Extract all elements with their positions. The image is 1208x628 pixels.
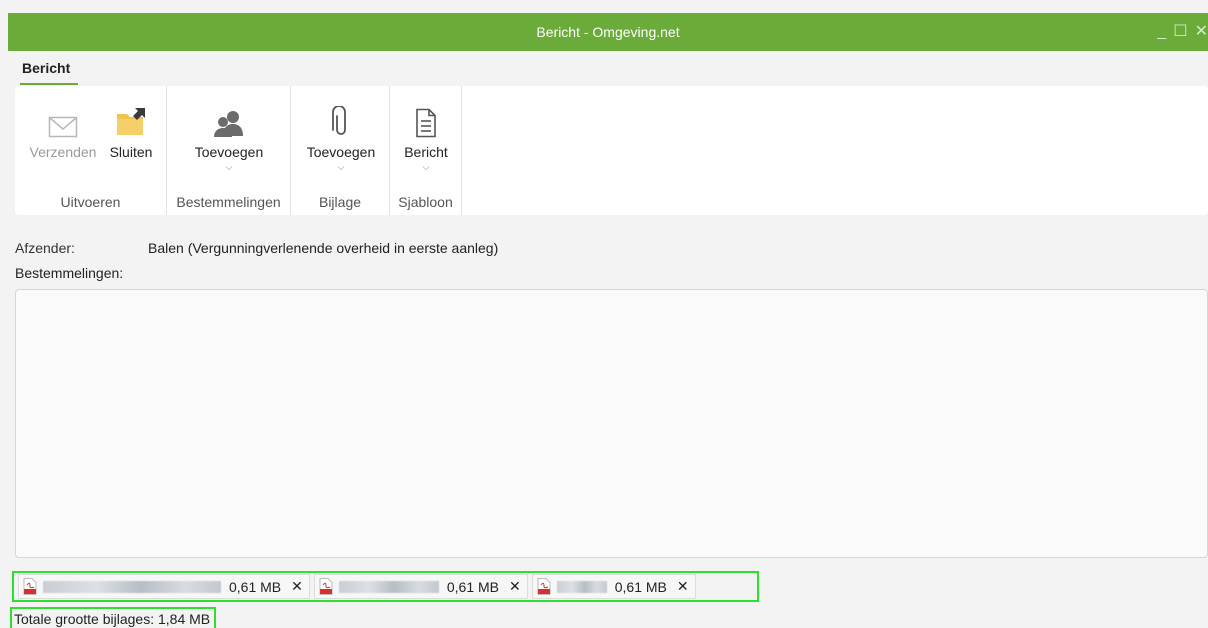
sender-row: Afzender:	[15, 240, 75, 256]
close-message-button[interactable]: Sluiten	[103, 94, 159, 160]
paperclip-icon	[332, 106, 346, 135]
tab-bericht[interactable]: Bericht	[22, 60, 70, 76]
title-bar: Bericht - Omgeving.net _ ☐ ✕	[8, 13, 1208, 51]
chevron-down-icon: ⌵	[422, 162, 430, 172]
add-attachment-label: Toevoegen	[306, 144, 376, 160]
add-attachment-button[interactable]: Toevoegen ⌵	[299, 94, 383, 173]
attachment-name-redacted	[43, 580, 221, 593]
active-tab-indicator	[20, 83, 78, 85]
close-button[interactable]: ✕	[1195, 13, 1208, 51]
pdf-icon	[319, 578, 333, 595]
group-label-sjabloon: Sjabloon	[398, 194, 453, 210]
envelope-icon	[48, 116, 78, 138]
window-title: Bericht - Omgeving.net	[536, 24, 680, 40]
ribbon-group-sjabloon: Bericht ⌵ Sjabloon	[390, 86, 462, 215]
total-attachment-size: Totale grootte bijlages: 1,84 MB	[10, 607, 217, 628]
chevron-down-icon: ⌵	[337, 162, 345, 172]
message-window: Bericht - Omgeving.net _ ☐ ✕ Bericht Ver…	[0, 0, 1208, 628]
group-label-uitvoeren: Uitvoeren	[60, 194, 121, 210]
attachment-size: 0,61 MB	[614, 578, 667, 595]
ribbon: Verzenden Sluiten Uitvoeren Toevoegen ⌵ …	[15, 86, 1208, 215]
add-recipients-label: Toevoegen	[194, 144, 264, 160]
ribbon-group-bijlage: Toevoegen ⌵ Bijlage	[291, 86, 390, 215]
template-label: Bericht	[404, 144, 448, 160]
add-recipients-button[interactable]: Toevoegen ⌵	[185, 94, 273, 173]
window-controls: _ ☐ ✕	[1157, 13, 1208, 51]
attachment-size: 0,61 MB	[446, 578, 500, 595]
attachment-chip[interactable]: 0,61 MB ✕	[531, 574, 696, 599]
remove-attachment-button[interactable]: ✕	[509, 578, 521, 595]
folder-close-icon	[117, 108, 145, 135]
maximize-button[interactable]: ☐	[1173, 13, 1187, 51]
group-label-bestemmelingen: Bestemmelingen	[176, 194, 281, 210]
menu-bar: Bericht	[8, 51, 1208, 85]
group-label-bijlage: Bijlage	[318, 194, 362, 210]
ribbon-group-bestemmelingen: Toevoegen ⌵ Bestemmelingen	[167, 86, 291, 215]
attachment-name-redacted	[556, 580, 607, 593]
people-icon	[214, 111, 243, 137]
pdf-icon	[537, 578, 551, 595]
pdf-icon	[23, 578, 37, 595]
message-body-input[interactable]	[15, 289, 1208, 558]
sender-value: Balen (Vergunningverlenende overheid in …	[148, 240, 499, 256]
remove-attachment-button[interactable]: ✕	[677, 578, 689, 595]
send-button[interactable]: Verzenden	[25, 94, 101, 160]
attachment-chip[interactable]: 0,61 MB ✕	[18, 574, 310, 599]
template-button[interactable]: Bericht ⌵	[396, 94, 456, 173]
chevron-down-icon: ⌵	[225, 162, 233, 172]
attachment-size: 0,61 MB	[229, 578, 282, 595]
sender-label: Afzender:	[15, 240, 75, 256]
attachment-name-redacted	[338, 580, 439, 593]
attachment-chip[interactable]: 0,61 MB ✕	[313, 574, 528, 599]
minimize-button[interactable]: _	[1157, 13, 1166, 51]
ribbon-group-uitvoeren: Verzenden Sluiten Uitvoeren	[15, 86, 167, 215]
recipients-label: Bestemmelingen:	[15, 265, 124, 281]
close-label: Sluiten	[109, 144, 153, 160]
document-icon	[416, 108, 436, 138]
send-label: Verzenden	[29, 144, 97, 160]
remove-attachment-button[interactable]: ✕	[291, 578, 303, 595]
attachments-bar: 0,61 MB ✕ 0,61 MB ✕ 0,61 MB ✕	[12, 571, 759, 602]
